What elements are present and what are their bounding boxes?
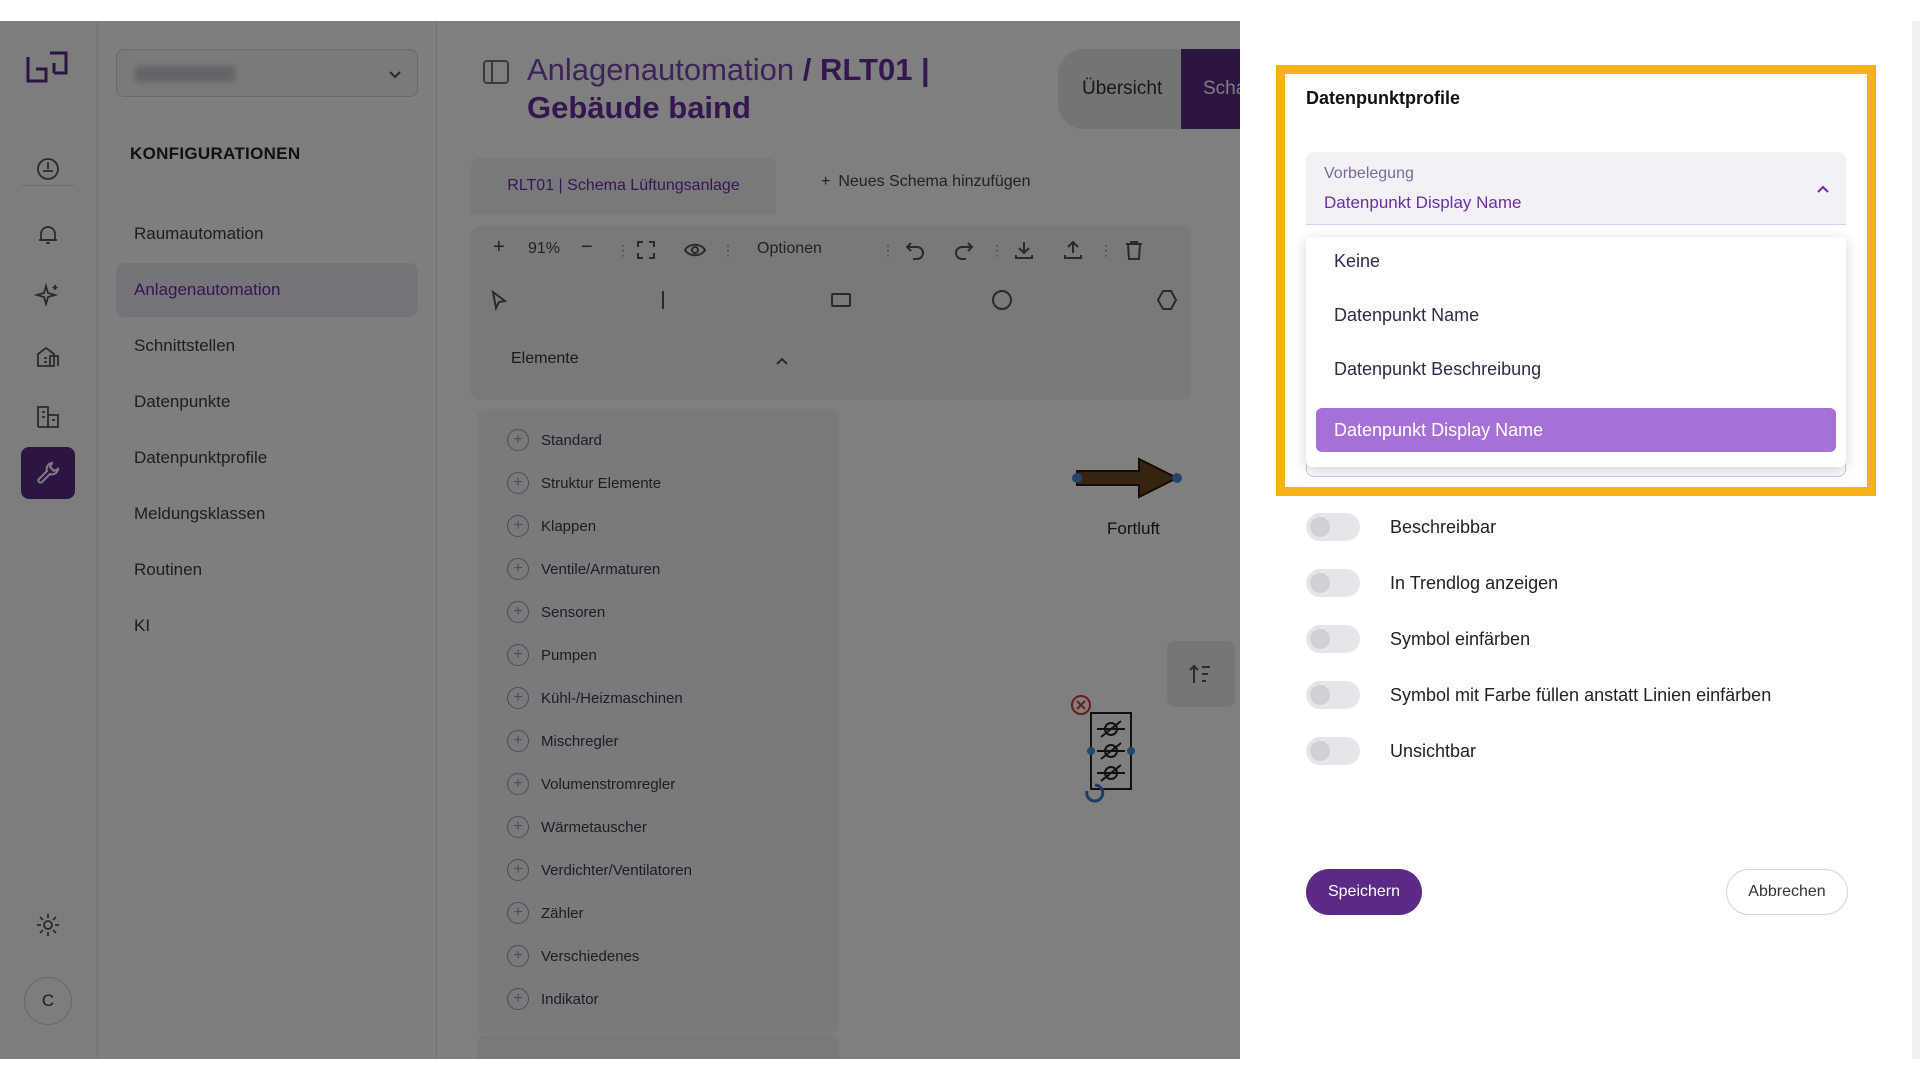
toggle-knob xyxy=(1310,517,1330,537)
cancel-button[interactable]: Abbrechen xyxy=(1726,869,1848,915)
toggle-label: Unsichtbar xyxy=(1390,740,1477,761)
drawer-scrollbar[interactable] xyxy=(1912,21,1920,1059)
toggle-knob xyxy=(1310,629,1330,649)
toggle-unsichtbar[interactable] xyxy=(1306,737,1360,765)
toggle-row-trendlog: In Trendlog anzeigen xyxy=(1306,569,1558,597)
toggle-knob xyxy=(1310,685,1330,705)
toggle-row-beschreibbar: Beschreibbar xyxy=(1306,513,1496,541)
highlight-frame xyxy=(1276,65,1876,496)
toggle-trendlog[interactable] xyxy=(1306,569,1360,597)
edit-drawer: Datenpunktprofile Vorbelegung Datenpunkt… xyxy=(1240,21,1920,1059)
toggle-symbol-fuellen[interactable] xyxy=(1306,681,1360,709)
toggle-row-symbol-einfaerben: Symbol einfärben xyxy=(1306,625,1530,653)
toggle-label: Symbol einfärben xyxy=(1390,628,1531,649)
toggle-label: Symbol mit Farbe füllen anstatt Linien e… xyxy=(1390,684,1772,705)
toggle-beschreibbar[interactable] xyxy=(1306,513,1360,541)
toggle-label: Beschreibbar xyxy=(1390,516,1497,537)
modal-backdrop[interactable] xyxy=(0,21,1240,1059)
app-window: C KONFIGURATIONEN Raumautomation Anlagen… xyxy=(0,21,1920,1059)
toggle-row-unsichtbar: Unsichtbar xyxy=(1306,737,1476,765)
toggle-knob xyxy=(1310,741,1330,761)
toggle-label: In Trendlog anzeigen xyxy=(1390,572,1559,593)
toggle-symbol-einfaerben[interactable] xyxy=(1306,625,1360,653)
toggle-row-symbol-fuellen: Symbol mit Farbe füllen anstatt Linien e… xyxy=(1306,681,1771,709)
toggle-knob xyxy=(1310,573,1330,593)
save-button[interactable]: Speichern xyxy=(1306,869,1422,915)
